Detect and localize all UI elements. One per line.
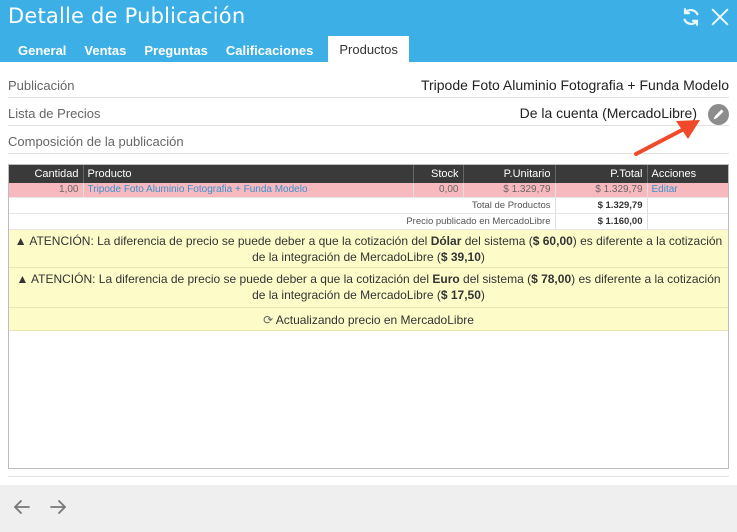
- warning-currency: Dólar: [430, 233, 462, 248]
- products-panel: Cantidad Producto Stock P.Unitario P.Tot…: [8, 164, 729, 469]
- col-stock: Stock: [413, 165, 464, 183]
- col-total: P.Total: [555, 165, 648, 183]
- row-producto-link[interactable]: Tripode Foto Aluminio Fotografia + Funda…: [83, 183, 414, 198]
- updating-status: ⟳ Actualizando precio en MercadoLibre: [9, 307, 728, 331]
- arrow-left-icon[interactable]: [12, 497, 32, 517]
- tab-ventas[interactable]: Ventas: [75, 36, 135, 62]
- footer-bar: [0, 485, 737, 532]
- table-header: Cantidad Producto Stock P.Unitario P.Tot…: [9, 165, 728, 183]
- warning-text: ): [480, 287, 485, 302]
- table-row: 1,00 Tripode Foto Aluminio Fotografia + …: [9, 183, 728, 198]
- warning-integration-rate: $ 39,10: [440, 249, 481, 264]
- tab-general[interactable]: General: [9, 36, 75, 62]
- warning-icon: ▲: [14, 233, 27, 248]
- window-header: Detalle de Publicación General Ventas Pr…: [0, 0, 737, 62]
- total-productos-label: Total de Productos: [9, 197, 556, 214]
- col-producto: Producto: [83, 165, 414, 183]
- divider: [8, 476, 729, 477]
- precio-publicado-label: Precio publicado en MercadoLibre: [9, 213, 556, 230]
- total-productos-value: $ 1.329,79: [555, 197, 648, 214]
- publicacion-label: Publicación: [8, 78, 75, 93]
- pencil-icon[interactable]: [708, 104, 729, 125]
- dolar-warning: ▲ ATENCIÓN: La diferencia de precio se p…: [9, 229, 728, 268]
- warning-text: ATENCIÓN: La diferencia de precio se pue…: [31, 271, 430, 286]
- warning-text: ATENCIÓN: La diferencia de precio se pue…: [29, 233, 428, 248]
- tab-productos[interactable]: Productos: [328, 36, 409, 62]
- row-total: $ 1.329,79: [555, 183, 648, 198]
- empty-cell: [647, 213, 728, 230]
- edit-product-link[interactable]: Editar: [647, 183, 728, 198]
- row-cantidad: 1,00: [9, 183, 84, 198]
- euro-warning: ▲ ATENCIÓN: La diferencia de precio se p…: [9, 267, 728, 308]
- empty-cell: [647, 197, 728, 214]
- refresh-icon[interactable]: [680, 6, 702, 28]
- close-icon[interactable]: [709, 6, 731, 28]
- composicion-row: Composición de la publicación: [8, 127, 729, 154]
- col-cantidad: Cantidad: [9, 165, 84, 183]
- row-unitario: $ 1.329,79: [463, 183, 556, 198]
- col-acciones: Acciones: [651, 168, 697, 180]
- col-unitario: P.Unitario: [463, 165, 556, 183]
- tab-bar: General Ventas Preguntas Calificaciones …: [9, 36, 409, 62]
- updating-text: Actualizando precio en MercadoLibre: [275, 312, 474, 327]
- products-table: Cantidad Producto Stock P.Unitario P.Tot…: [9, 165, 728, 230]
- warning-text: del sistema (: [463, 271, 532, 286]
- window-title: Detalle de Publicación: [8, 4, 246, 28]
- lista-precios-label: Lista de Precios: [8, 106, 101, 121]
- spinner-icon: ⟳: [263, 312, 274, 327]
- publicacion-row: Publicación Tripode Foto Aluminio Fotogr…: [8, 71, 729, 98]
- warning-icon: ▲: [16, 271, 29, 286]
- publicacion-value: Tripode Foto Aluminio Fotografia + Funda…: [420, 77, 729, 93]
- warning-system-rate: $ 60,00: [532, 233, 573, 248]
- annotation-arrow-icon: [634, 120, 700, 156]
- lista-precios-row: Lista de Precios De la cuenta (MercadoLi…: [8, 99, 729, 126]
- arrow-right-icon[interactable]: [48, 497, 68, 517]
- warning-text: del sistema (: [464, 233, 533, 248]
- tab-calificaciones[interactable]: Calificaciones: [217, 36, 322, 62]
- warning-system-rate: $ 78,00: [531, 271, 572, 286]
- precio-publicado-row: Precio publicado en MercadoLibre $ 1.160…: [9, 213, 728, 230]
- precio-publicado-value: $ 1.160,00: [555, 213, 648, 230]
- total-productos-row: Total de Productos $ 1.329,79: [9, 197, 728, 214]
- warning-text: ): [480, 249, 485, 264]
- warning-currency: Euro: [432, 271, 460, 286]
- composicion-label: Composición de la publicación: [8, 134, 184, 149]
- tab-preguntas[interactable]: Preguntas: [135, 36, 217, 62]
- warning-integration-rate: $ 17,50: [440, 287, 481, 302]
- row-stock: 0,00: [413, 183, 464, 198]
